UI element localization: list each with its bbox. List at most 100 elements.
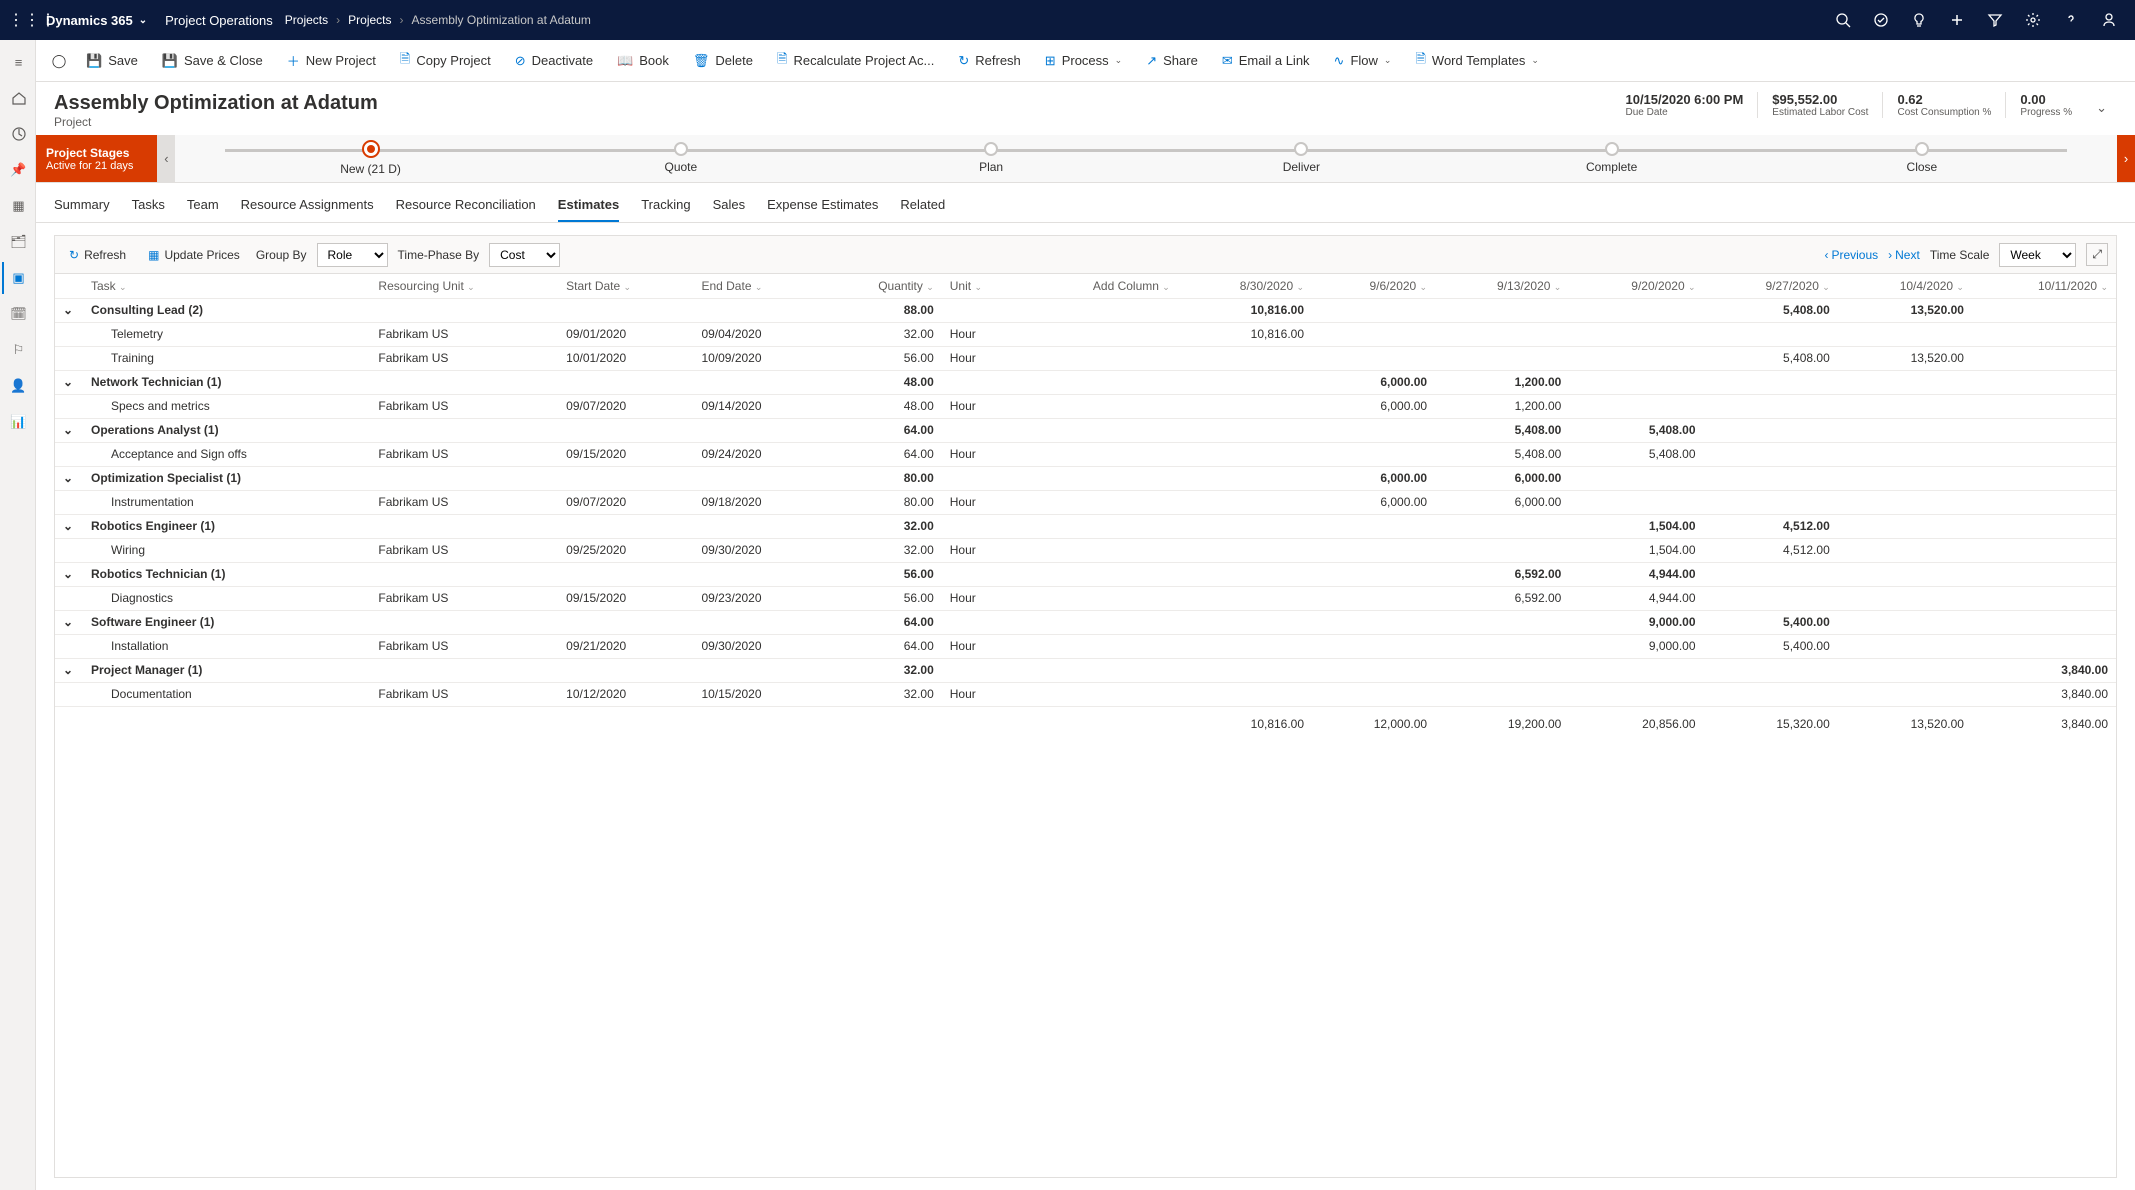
delete-button[interactable]: 🗑Delete (683, 49, 763, 73)
group-row[interactable]: ⌄Software Engineer (1)64.009,000.005,400… (55, 610, 2116, 634)
table-row[interactable]: Specs and metricsFabrikam US09/07/202009… (55, 394, 2116, 418)
expand-header-icon[interactable]: ⌄ (2086, 92, 2117, 124)
brand-link[interactable]: Dynamics 365 ⌄ (40, 13, 153, 28)
col-header[interactable]: 10/11/2020 ⌄ (1972, 274, 2116, 298)
nav-item-4-icon[interactable]: ⚐ (2, 334, 34, 366)
col-header[interactable]: Add Column ⌄ (1022, 274, 1177, 298)
nav-item-2-icon[interactable]: 🗂 (2, 226, 34, 258)
col-header[interactable]: Resourcing Unit ⌄ (370, 274, 558, 298)
assistant-icon[interactable] (1863, 0, 1899, 40)
col-header[interactable]: End Date ⌄ (693, 274, 822, 298)
refresh-button[interactable]: ↻Refresh (948, 49, 1030, 73)
tab-sales[interactable]: Sales (713, 191, 746, 222)
nav-pinned-icon[interactable]: 📌 (2, 154, 34, 186)
chevron-down-icon[interactable]: ⌄ (63, 663, 75, 677)
save-close-button[interactable]: 💾Save & Close (152, 49, 273, 73)
gear-icon[interactable] (2015, 0, 2051, 40)
nav-item-6-icon[interactable]: 📊 (2, 406, 34, 438)
col-header[interactable]: Start Date ⌄ (558, 274, 693, 298)
expand-grid-icon[interactable]: ⤢ (2086, 243, 2108, 266)
tab-resource-reconciliation[interactable]: Resource Reconciliation (396, 191, 536, 222)
crumb-0[interactable]: Projects (285, 13, 328, 27)
deactivate-button[interactable]: ⊘Deactivate (505, 49, 603, 73)
filter-icon[interactable] (1977, 0, 2013, 40)
chevron-down-icon[interactable]: ⌄ (63, 471, 75, 485)
timescale-select[interactable]: Week (1999, 243, 2076, 267)
chevron-down-icon[interactable]: ⌄ (63, 615, 75, 629)
group-row[interactable]: ⌄Project Manager (1)32.003,840.00 (55, 658, 2116, 682)
lightbulb-icon[interactable] (1901, 0, 1937, 40)
tab-expense-estimates[interactable]: Expense Estimates (767, 191, 878, 222)
user-icon[interactable] (2091, 0, 2127, 40)
col-header[interactable]: Task ⌄ (83, 274, 370, 298)
crumb-1[interactable]: Projects (348, 13, 391, 27)
stage-4[interactable]: Complete (1457, 135, 1767, 182)
group-row[interactable]: ⌄Consulting Lead (2)88.0010,816.005,408.… (55, 298, 2116, 322)
help-icon[interactable] (2053, 0, 2089, 40)
table-row[interactable]: WiringFabrikam US09/25/202009/30/202032.… (55, 538, 2116, 562)
copy-project-button[interactable]: 🗎Copy Project (390, 46, 501, 76)
stage-5[interactable]: Close (1767, 135, 2077, 182)
save-button[interactable]: 💾Save (76, 49, 148, 73)
nav-home-icon[interactable] (2, 82, 34, 114)
add-icon[interactable] (1939, 0, 1975, 40)
col-header[interactable]: Unit ⌄ (942, 274, 1023, 298)
recalculate-button[interactable]: 🗎Recalculate Project Ac... (767, 46, 944, 76)
table-row[interactable]: TelemetryFabrikam US09/01/202009/04/2020… (55, 322, 2116, 346)
nav-item-3-icon[interactable]: 🗓 (2, 298, 34, 330)
col-header[interactable]: 9/6/2020 ⌄ (1312, 274, 1435, 298)
col-header[interactable]: 8/30/2020 ⌄ (1178, 274, 1312, 298)
nav-menu-icon[interactable]: ≡ (2, 46, 34, 78)
table-row[interactable]: InstallationFabrikam US09/21/202009/30/2… (55, 634, 2116, 658)
col-header[interactable]: Quantity ⌄ (822, 274, 942, 298)
email-link-button[interactable]: ✉Email a Link (1212, 49, 1320, 73)
nav-item-5-icon[interactable]: 👤 (2, 370, 34, 402)
stages-next-icon[interactable]: › (2117, 135, 2135, 182)
tab-resource-assignments[interactable]: Resource Assignments (241, 191, 374, 222)
new-project-button[interactable]: ＋New Project (277, 47, 386, 74)
col-header[interactable]: 10/4/2020 ⌄ (1838, 274, 1972, 298)
table-row[interactable]: InstrumentationFabrikam US09/07/202009/1… (55, 490, 2116, 514)
stage-0[interactable]: New (21 D) (215, 135, 525, 182)
group-row[interactable]: ⌄Robotics Technician (1)56.006,592.004,9… (55, 562, 2116, 586)
grid-refresh-button[interactable]: ↻Refresh (63, 244, 132, 266)
next-period-button[interactable]: › Next (1888, 248, 1920, 262)
group-row[interactable]: ⌄Network Technician (1)48.006,000.001,20… (55, 370, 2116, 394)
group-row[interactable]: ⌄Operations Analyst (1)64.005,408.005,40… (55, 418, 2116, 442)
col-header[interactable]: 9/27/2020 ⌄ (1704, 274, 1838, 298)
chevron-down-icon[interactable]: ⌄ (63, 519, 75, 533)
search-icon[interactable] (1825, 0, 1861, 40)
nav-recent-icon[interactable] (2, 118, 34, 150)
col-header[interactable]: 9/13/2020 ⌄ (1435, 274, 1569, 298)
nav-item-1-icon[interactable]: ▦ (2, 190, 34, 222)
chevron-down-icon[interactable]: ⌄ (63, 423, 75, 437)
stage-1[interactable]: Quote (526, 135, 836, 182)
share-button[interactable]: ↗Share (1136, 49, 1208, 73)
stage-3[interactable]: Deliver (1146, 135, 1456, 182)
book-button[interactable]: 📖Book (607, 49, 679, 73)
app-launcher-icon[interactable]: ⋮⋮⋮ (8, 10, 40, 30)
stages-prev-icon[interactable]: ‹ (157, 135, 175, 182)
chevron-down-icon[interactable]: ⌄ (63, 303, 75, 317)
module-name[interactable]: Project Operations (153, 13, 285, 28)
process-button[interactable]: ⊞Process ⌄ (1035, 49, 1132, 73)
tab-tasks[interactable]: Tasks (132, 191, 165, 222)
tab-related[interactable]: Related (900, 191, 945, 222)
col-header[interactable]: 9/20/2020 ⌄ (1569, 274, 1703, 298)
flow-button[interactable]: ∿Flow ⌄ (1324, 49, 1402, 73)
prev-period-button[interactable]: ‹ Previous (1824, 248, 1878, 262)
chevron-down-icon[interactable]: ⌄ (63, 567, 75, 581)
table-row[interactable]: TrainingFabrikam US10/01/202010/09/20205… (55, 346, 2116, 370)
tab-tracking[interactable]: Tracking (641, 191, 690, 222)
tab-estimates[interactable]: Estimates (558, 191, 619, 222)
update-prices-button[interactable]: ▦Update Prices (142, 244, 246, 266)
group-row[interactable]: ⌄Optimization Specialist (1)80.006,000.0… (55, 466, 2116, 490)
tab-team[interactable]: Team (187, 191, 219, 222)
stage-2[interactable]: Plan (836, 135, 1146, 182)
word-templates-button[interactable]: 🗎Word Templates ⌄ (1405, 46, 1548, 76)
table-row[interactable]: DocumentationFabrikam US10/12/202010/15/… (55, 682, 2116, 706)
group-row[interactable]: ⌄Robotics Engineer (1)32.001,504.004,512… (55, 514, 2116, 538)
tab-summary[interactable]: Summary (54, 191, 110, 222)
table-row[interactable]: DiagnosticsFabrikam US09/15/202009/23/20… (55, 586, 2116, 610)
timephase-select[interactable]: Cost (489, 243, 560, 267)
